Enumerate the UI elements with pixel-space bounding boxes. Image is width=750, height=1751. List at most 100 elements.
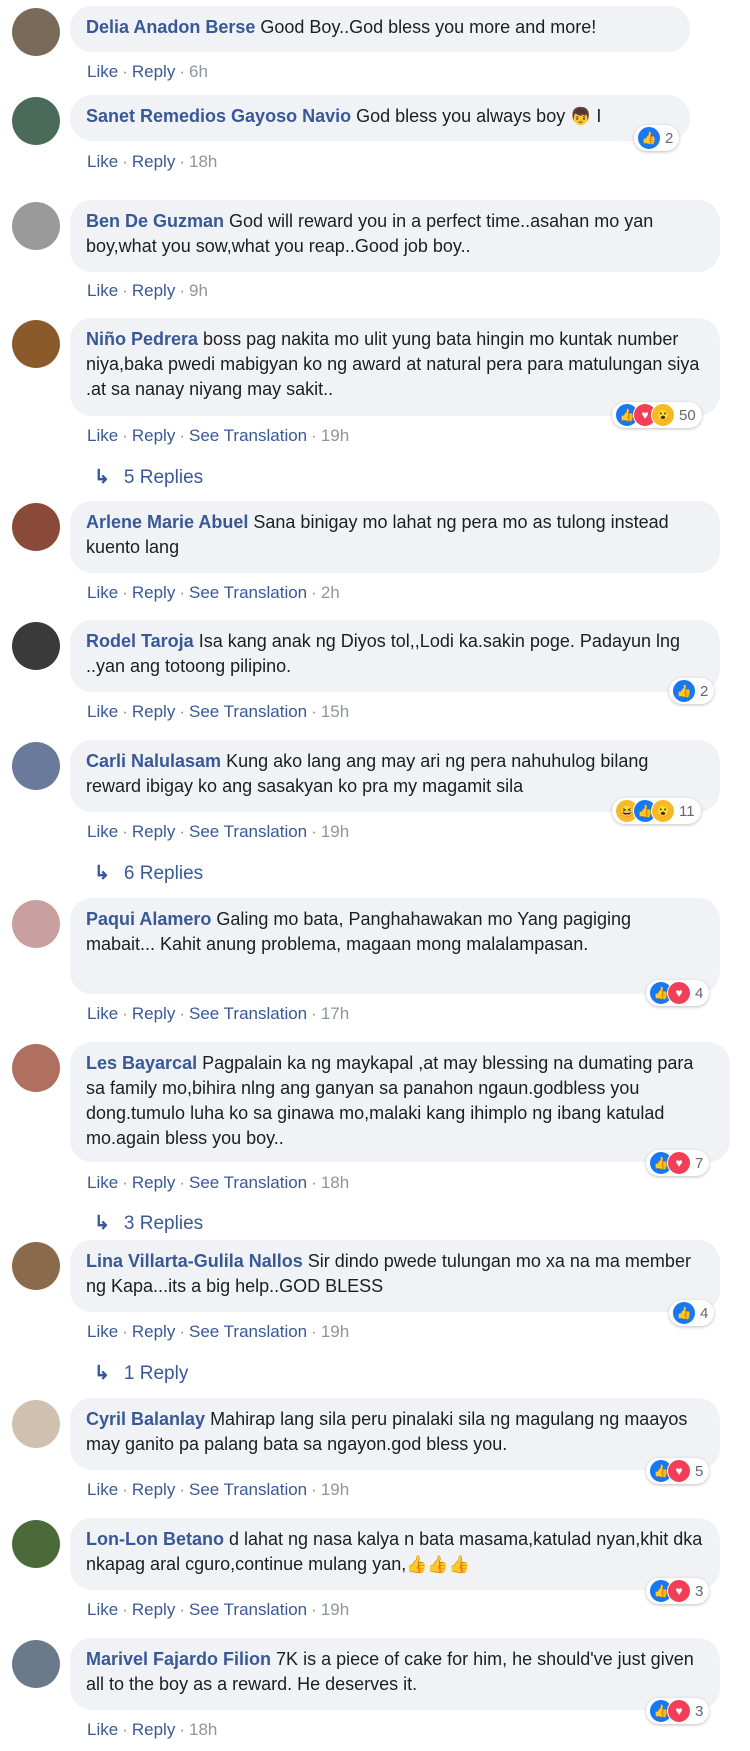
reaction-summary[interactable]: 😆 👍 😮 11 xyxy=(612,798,701,824)
commenter-name[interactable]: Les Bayarcal xyxy=(86,1053,197,1073)
heart-icon: ♥ xyxy=(667,1579,691,1603)
timestamp[interactable]: 19h xyxy=(321,1322,349,1341)
like-button[interactable]: Like xyxy=(87,1600,118,1619)
see-translation-button[interactable]: See Translation xyxy=(189,702,307,721)
commenter-name[interactable]: Paqui Alamero xyxy=(86,909,211,929)
avatar[interactable] xyxy=(12,8,60,56)
reply-arrow-icon: ↳ xyxy=(94,863,110,884)
avatar[interactable] xyxy=(12,320,60,368)
reaction-summary[interactable]: 👍 ♥ 5 xyxy=(646,1458,710,1484)
commenter-name[interactable]: Marivel Fajardo Filion xyxy=(86,1649,271,1669)
avatar[interactable] xyxy=(12,742,60,790)
reply-button[interactable]: Reply xyxy=(132,62,175,81)
like-button[interactable]: Like xyxy=(87,583,118,602)
see-translation-button[interactable]: See Translation xyxy=(189,1173,307,1192)
comment-actions: Like · Reply · See Translation · 19h xyxy=(87,822,350,841)
wow-face-icon: 😮 xyxy=(651,799,675,823)
see-translation-button[interactable]: See Translation xyxy=(189,1322,307,1341)
view-replies-link[interactable]: ↳ 1 Reply xyxy=(94,1362,188,1385)
like-button[interactable]: Like xyxy=(87,281,118,300)
reply-button[interactable]: Reply xyxy=(132,1600,175,1619)
reply-button[interactable]: Reply xyxy=(132,426,175,445)
reaction-summary[interactable]: 👍 ♥ 7 xyxy=(646,1150,710,1176)
like-button[interactable]: Like xyxy=(87,1173,118,1192)
thumbs-up-icon: 👍 xyxy=(672,679,696,703)
commenter-name[interactable]: Sanet Remedios Gayoso Navio xyxy=(86,106,351,126)
commenter-name[interactable]: Arlene Marie Abuel xyxy=(86,512,248,532)
timestamp[interactable]: 18h xyxy=(321,1173,349,1192)
timestamp[interactable]: 6h xyxy=(189,62,208,81)
like-button[interactable]: Like xyxy=(87,426,118,445)
see-translation-button[interactable]: See Translation xyxy=(189,583,307,602)
reaction-summary[interactable]: 👍 4 xyxy=(669,1300,715,1326)
see-translation-button[interactable]: See Translation xyxy=(189,1600,307,1619)
reply-button[interactable]: Reply xyxy=(132,1720,175,1739)
like-button[interactable]: Like xyxy=(87,1004,118,1023)
commenter-name[interactable]: Rodel Taroja xyxy=(86,631,194,651)
reply-button[interactable]: Reply xyxy=(132,152,175,171)
like-button[interactable]: Like xyxy=(87,152,118,171)
reply-button[interactable]: Reply xyxy=(132,1480,175,1499)
avatar[interactable] xyxy=(12,1640,60,1688)
like-button[interactable]: Like xyxy=(87,1720,118,1739)
timestamp[interactable]: 19h xyxy=(321,426,349,445)
avatar[interactable] xyxy=(12,1520,60,1568)
timestamp[interactable]: 2h xyxy=(321,583,340,602)
reply-button[interactable]: Reply xyxy=(132,702,175,721)
avatar[interactable] xyxy=(12,202,60,250)
comment-actions: Like · Reply · See Translation · 2h xyxy=(87,583,340,602)
see-translation-button[interactable]: See Translation xyxy=(189,1480,307,1499)
like-button[interactable]: Like xyxy=(87,1480,118,1499)
timestamp[interactable]: 19h xyxy=(321,1480,349,1499)
avatar[interactable] xyxy=(12,1044,60,1092)
commenter-name[interactable]: Lon-Lon Betano xyxy=(86,1529,224,1549)
commenter-name[interactable]: Delia Anadon Berse xyxy=(86,17,255,37)
avatar[interactable] xyxy=(12,900,60,948)
commenter-name[interactable]: Carli Nalulasam xyxy=(86,751,221,771)
timestamp[interactable]: 15h xyxy=(321,702,349,721)
avatar[interactable] xyxy=(12,1400,60,1448)
timestamp[interactable]: 9h xyxy=(189,281,208,300)
reaction-summary[interactable]: 👍 2 xyxy=(669,678,715,704)
reply-button[interactable]: Reply xyxy=(132,1322,175,1341)
like-button[interactable]: Like xyxy=(87,62,118,81)
view-replies-link[interactable]: ↳ 5 Replies xyxy=(94,466,203,489)
reaction-summary[interactable]: 👍 ♥ 3 xyxy=(646,1698,710,1724)
comment-bubble: Sanet Remedios Gayoso Navio God bless you… xyxy=(70,95,690,141)
like-button[interactable]: Like xyxy=(87,702,118,721)
reaction-summary[interactable]: 👍 ♥ 3 xyxy=(646,1578,710,1604)
avatar[interactable] xyxy=(12,97,60,145)
like-button[interactable]: Like xyxy=(87,822,118,841)
avatar[interactable] xyxy=(12,503,60,551)
see-translation-button[interactable]: See Translation xyxy=(189,426,307,445)
see-translation-button[interactable]: See Translation xyxy=(189,822,307,841)
timestamp[interactable]: 19h xyxy=(321,1600,349,1619)
comment-actions: Like · Reply · See Translation · 15h xyxy=(87,702,350,721)
reply-arrow-icon: ↳ xyxy=(94,467,110,488)
view-replies-link[interactable]: ↳ 6 Replies xyxy=(94,862,203,885)
reply-button[interactable]: Reply xyxy=(132,1004,175,1023)
avatar[interactable] xyxy=(12,1242,60,1290)
commenter-name[interactable]: Niño Pedrera xyxy=(86,329,198,349)
reply-button[interactable]: Reply xyxy=(132,583,175,602)
reaction-count: 7 xyxy=(695,1154,704,1172)
timestamp[interactable]: 18h xyxy=(189,152,217,171)
commenter-name[interactable]: Ben De Guzman xyxy=(86,211,224,231)
reaction-summary[interactable]: 👍 ♥ 4 xyxy=(646,980,710,1006)
timestamp[interactable]: 19h xyxy=(321,822,349,841)
reply-button[interactable]: Reply xyxy=(132,281,175,300)
timestamp[interactable]: 18h xyxy=(189,1720,217,1739)
comment-text: Good Boy..God bless you more and more! xyxy=(260,17,597,37)
like-button[interactable]: Like xyxy=(87,1322,118,1341)
commenter-name[interactable]: Lina Villarta-Gulila Nallos xyxy=(86,1251,303,1271)
reaction-summary[interactable]: 👍 2 xyxy=(634,125,680,151)
timestamp[interactable]: 17h xyxy=(321,1004,349,1023)
reply-button[interactable]: Reply xyxy=(132,1173,175,1192)
comment-bubble: Marivel Fajardo Filion 7K is a piece of c… xyxy=(70,1638,720,1710)
see-translation-button[interactable]: See Translation xyxy=(189,1004,307,1023)
view-replies-link[interactable]: ↳ 3 Replies xyxy=(94,1212,203,1235)
avatar[interactable] xyxy=(12,622,60,670)
reply-button[interactable]: Reply xyxy=(132,822,175,841)
reaction-summary[interactable]: 👍 ♥ 😮 50 xyxy=(612,402,702,428)
commenter-name[interactable]: Cyril Balanlay xyxy=(86,1409,205,1429)
